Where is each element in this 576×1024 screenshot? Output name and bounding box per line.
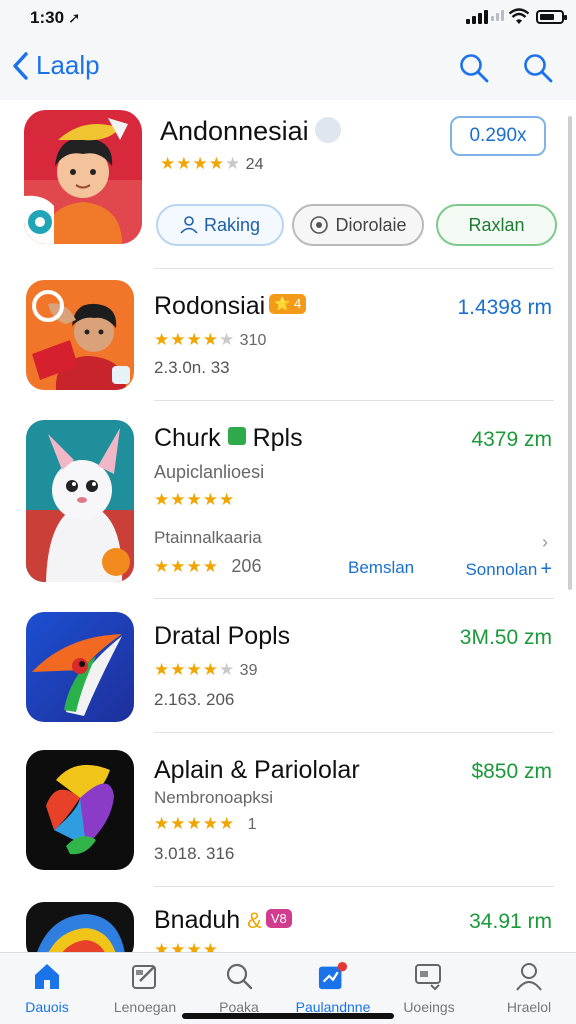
divider <box>154 268 554 269</box>
app-price[interactable]: $850 zm <box>471 760 552 784</box>
app-rating-stars: ★★★★★ <box>154 490 235 510</box>
divider <box>154 598 554 599</box>
chevron-right-icon[interactable]: › <box>542 532 548 553</box>
divider <box>154 886 554 887</box>
search-icon <box>226 963 253 990</box>
star-rating-icon: ★★★★ <box>154 940 219 952</box>
app-subtitle: Aupiclanlioesi <box>154 462 265 482</box>
battery-icon <box>536 10 567 24</box>
tab-purchases[interactable]: Uoeings <box>384 961 474 1015</box>
list-item[interactable]: Rodonsiai ⭐ 4 ★★★★★ 310 2.3.0n. 33 1.4398… <box>0 268 576 400</box>
verified-badge-icon <box>314 116 341 143</box>
back-label: Laalp <box>36 50 100 80</box>
featured-price-button[interactable]: 0.290x <box>450 116 546 156</box>
action-link[interactable]: Bemslan <box>348 558 414 578</box>
plus-icon: + <box>540 558 552 580</box>
app-rating-stars: ★★★★ <box>154 940 219 952</box>
user-icon <box>180 216 198 234</box>
app-badge-icon <box>227 427 246 446</box>
ranking-button[interactable]: Raking <box>156 204 284 246</box>
app-rating: ★★★★ 206 <box>154 556 262 576</box>
app-price[interactable]: 1.4398 rm <box>457 296 552 320</box>
app-tag: Rpls <box>252 424 303 452</box>
star-rating-icon: ★★★★★ <box>154 330 236 349</box>
app-icon[interactable] <box>26 902 134 952</box>
person-icon <box>516 963 542 991</box>
search-button[interactable] <box>458 52 490 89</box>
cellular-signal-icon <box>466 10 488 24</box>
home-indicator[interactable] <box>182 1013 394 1019</box>
app-subtitle: Nembronoapksi <box>154 788 274 807</box>
app-rating: ★★★★★ 310 <box>154 330 267 349</box>
secondary-signal-icon <box>491 10 504 21</box>
app-icon[interactable] <box>26 612 134 722</box>
tab-categories[interactable]: Lenoegan <box>100 961 190 1015</box>
list-item[interactable]: Aplain & Pariololar Nembronoapksi ★★★★★ … <box>0 732 576 886</box>
app-tag: ⭐ 4 <box>269 294 307 315</box>
app-icon[interactable] <box>26 420 134 582</box>
edit-icon <box>132 965 156 989</box>
search-icon <box>460 54 489 83</box>
chevron-left-icon <box>13 51 28 80</box>
action-link-add[interactable]: Sonnolan + <box>465 558 552 581</box>
star-rating-icon: ★★★★ <box>154 557 219 576</box>
tab-updates[interactable]: Paulandnne <box>288 961 378 1015</box>
featured-app-card[interactable]: Andonnesiai ★★★★★ 24 0.290x Raking Dioro… <box>0 100 576 268</box>
get-button[interactable]: Raxlan <box>436 204 557 246</box>
featured-app-icon[interactable] <box>24 110 142 244</box>
star-rating-icon: ★★★★★ <box>154 490 236 509</box>
app-meta: 2.3.0n. 33 <box>154 358 230 377</box>
app-price[interactable]: 3M.50 zm <box>460 626 552 650</box>
list-item[interactable]: Bnaduh & V8 ★★★★ 34.91 rm <box>0 886 576 952</box>
home-icon <box>35 964 59 989</box>
app-badge-icon: & <box>247 908 262 933</box>
app-rating: ★★★★★ 1 <box>154 814 257 833</box>
navigation-bar: Laalp <box>0 36 576 100</box>
wifi-icon <box>508 8 530 31</box>
star-rating-icon: ★★★★★ <box>154 814 236 833</box>
app-name: Rodonsiai ⭐ 4 <box>154 292 307 321</box>
app-icon[interactable] <box>26 280 134 390</box>
app-meta: 2.163. 206 <box>154 690 235 709</box>
status-time: 1:30 ➚ <box>30 8 81 27</box>
scrollbar[interactable] <box>568 116 572 590</box>
divider <box>154 400 554 401</box>
back-button[interactable]: Laalp <box>12 50 100 81</box>
app-icon[interactable] <box>26 750 134 870</box>
star-rating-icon: ★★★★★ <box>154 660 236 679</box>
app-name: Aplain & Pariololar <box>154 756 360 784</box>
search-icon <box>524 54 553 83</box>
tab-search[interactable]: Poaka <box>194 961 284 1015</box>
app-meta: Ptainnalkaaria <box>154 528 262 547</box>
star-rating-icon: ★★★★★ <box>160 154 242 173</box>
status-bar: 1:30 ➚ <box>0 0 576 36</box>
featured-app-title: Andonnesiai <box>160 116 341 147</box>
location-icon: ➚ <box>68 10 81 27</box>
app-price[interactable]: 4379 zm <box>471 428 552 452</box>
divider <box>154 732 554 733</box>
tab-discover[interactable]: Dauois <box>2 961 92 1015</box>
app-name: Dratal Popls <box>154 622 291 650</box>
tab-profile[interactable]: Hraelol <box>484 961 574 1015</box>
app-price[interactable]: 34.91 rm <box>469 910 552 934</box>
share-icon <box>310 216 329 234</box>
app-rating: ★★★★★ 39 <box>154 660 258 679</box>
app-name: Chuɾk Rpls <box>154 424 303 452</box>
app-meta: 3.018. 316 <box>154 844 235 863</box>
search-button-secondary[interactable] <box>522 52 554 89</box>
list-item[interactable]: Dratal Popls ★★★★★ 39 2.163. 206 3M.50 z… <box>0 598 576 732</box>
app-name: Bnaduh & V8 <box>154 906 292 935</box>
details-button[interactable]: Diorolaie <box>292 204 424 246</box>
device-icon <box>415 964 441 991</box>
list-item[interactable]: Chuɾk Rpls Aupiclanlioesi ★★★★★ Ptainnal… <box>0 400 576 598</box>
chart-update-icon <box>318 961 348 990</box>
featured-rating: ★★★★★ 24 <box>160 154 264 173</box>
app-tag: V8 <box>265 908 292 928</box>
